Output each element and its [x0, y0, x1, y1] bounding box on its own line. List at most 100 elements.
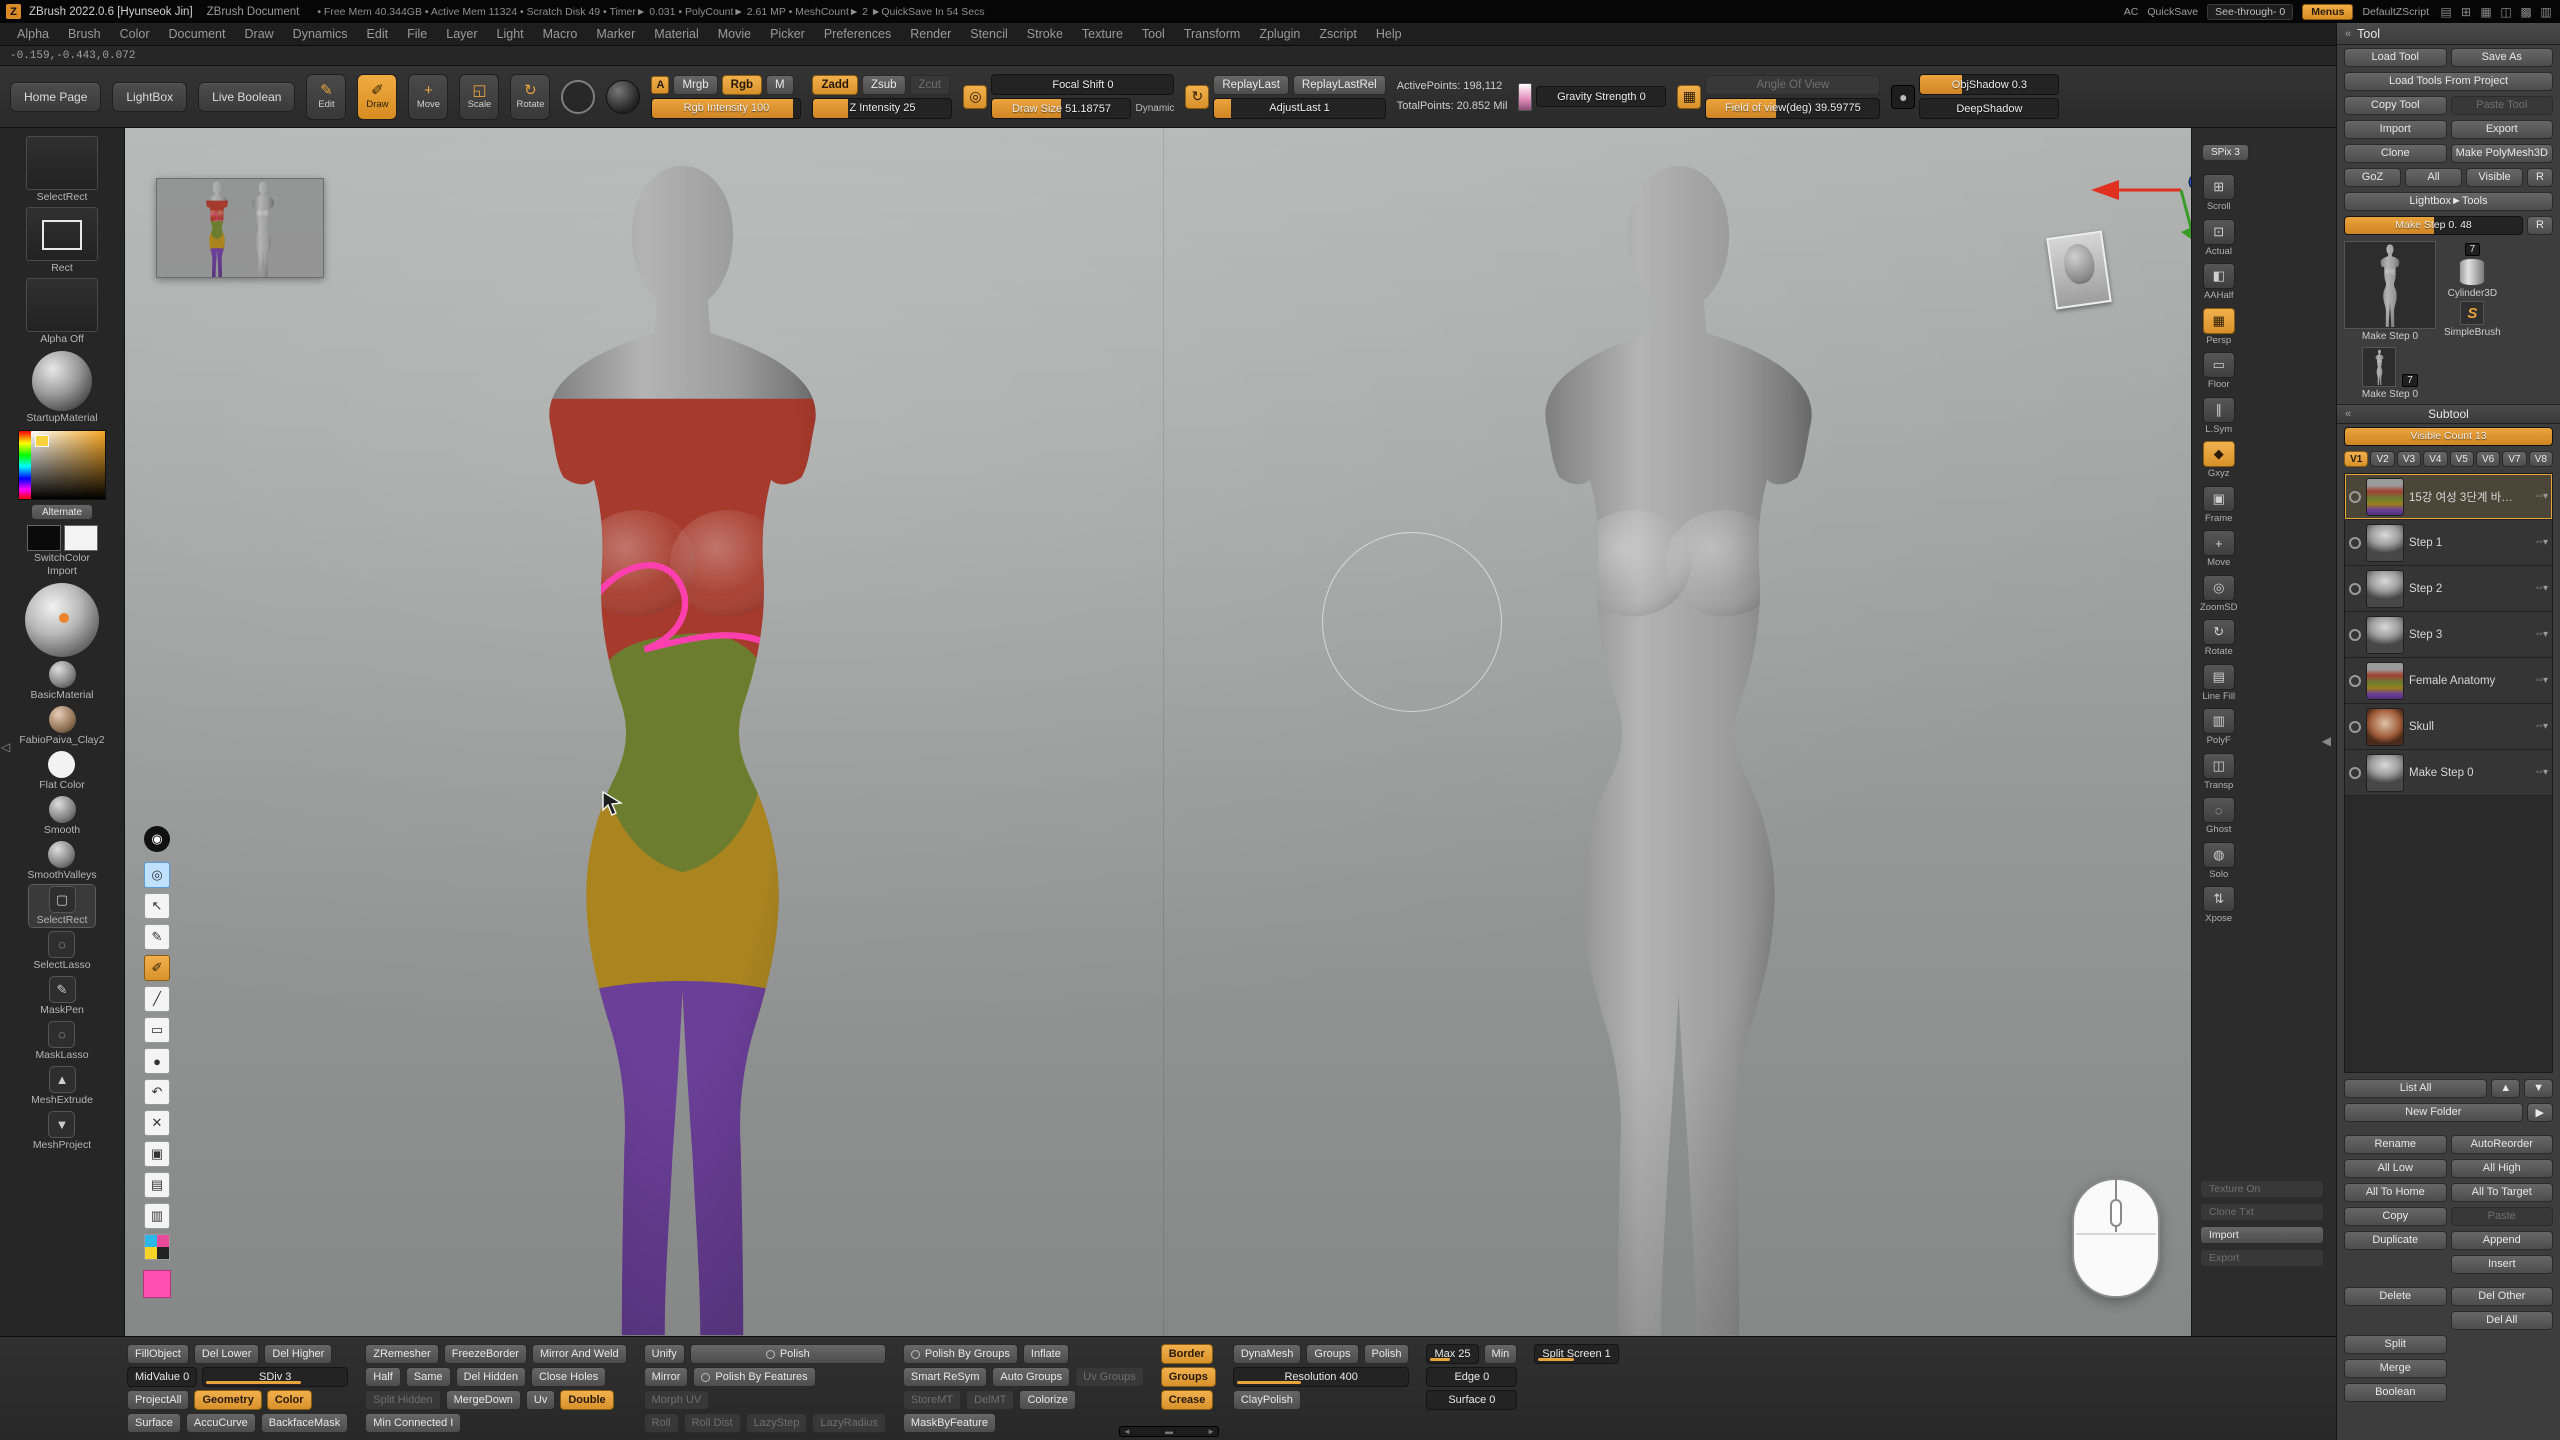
hue-strip[interactable] [19, 431, 31, 499]
titlebar-icon[interactable]: ◫ [2498, 5, 2514, 19]
panel-button[interactable]: Min [1484, 1344, 1518, 1364]
annotate-icon[interactable]: ▤ [144, 1172, 170, 1198]
panel-button[interactable]: Crease [1161, 1390, 1214, 1410]
subtool-button[interactable]: ▼ [2524, 1079, 2553, 1098]
shelf-icon[interactable]: ⊞ [2203, 174, 2235, 200]
tool-button[interactable]: Save As [2451, 48, 2554, 67]
titlebar-icon[interactable]: ▤ [2438, 5, 2454, 19]
tool-button[interactable]: Lightbox►Tools [2344, 192, 2553, 211]
menu-item[interactable]: Material [645, 25, 707, 43]
pin-icon[interactable]: ◉ [144, 826, 170, 852]
panel-button[interactable]: Close Holes [531, 1367, 606, 1387]
quick-pick-item[interactable]: ▼ MeshProject [25, 1110, 99, 1152]
quick-pick-item[interactable]: ▲ MeshExtrude [23, 1065, 101, 1107]
panel-button[interactable]: Auto Groups [992, 1367, 1070, 1387]
panel-button[interactable]: Surface 0 [1426, 1390, 1517, 1410]
quick-pick-item[interactable]: Flat Color [31, 750, 93, 792]
panel-button[interactable]: Surface [127, 1413, 181, 1433]
tool-button[interactable]: Load Tools From Project [2344, 72, 2553, 91]
subtool-header[interactable]: « Subtool [2337, 404, 2560, 424]
gizmo-head-preview[interactable] [2046, 230, 2111, 309]
menu-item[interactable]: Texture [1073, 25, 1132, 43]
subtool-button[interactable]: All To Target [2451, 1183, 2554, 1202]
subtool-item[interactable]: Skull [2345, 704, 2552, 750]
subtool-button[interactable]: All To Home [2344, 1183, 2447, 1202]
visible-count-slider[interactable]: Visible Count 13 [2344, 427, 2553, 446]
shelf-icon[interactable]: ◧ [2203, 263, 2235, 289]
shelf-icon[interactable]: ▭ [2203, 352, 2235, 378]
annotate-icon[interactable]: ✕ [144, 1110, 170, 1136]
obj-shadow-slider[interactable]: ObjShadow 0.3 [1919, 74, 2059, 95]
subtool-button[interactable]: ▶ [2527, 1103, 2553, 1122]
eye-icon[interactable] [2349, 767, 2361, 779]
default-zscript-button[interactable]: DefaultZScript [2362, 6, 2429, 18]
panel-button[interactable]: DelMT [966, 1390, 1014, 1410]
menu-item[interactable]: Picker [761, 25, 814, 43]
view-tab[interactable]: V7 [2502, 451, 2526, 467]
tool-button[interactable]: R [2527, 168, 2553, 187]
panel-button[interactable]: MidValue 0 [127, 1367, 197, 1387]
view-tab[interactable]: V8 [2529, 451, 2553, 467]
subtool-button[interactable]: AutoReorder [2451, 1135, 2554, 1154]
thumbnail-gray[interactable] [246, 180, 280, 277]
menu-item[interactable]: Zscript [1310, 25, 1366, 43]
white-swatch[interactable] [64, 525, 98, 551]
panel-button[interactable]: Roll [644, 1413, 679, 1433]
focal-shift-icon[interactable]: ◎ [963, 85, 987, 109]
see-through-slider[interactable]: See-through- 0 [2207, 4, 2293, 20]
subtool-item[interactable]: Step 3 [2345, 612, 2552, 658]
subtool-button[interactable]: Boolean [2344, 1383, 2447, 1402]
panel-button[interactable]: SDiv 3 [202, 1367, 348, 1387]
a-toggle[interactable]: A [651, 76, 669, 94]
subtool-toggles[interactable] [2524, 721, 2548, 732]
document-thumbnails[interactable] [156, 178, 324, 278]
tool-button[interactable]: Paste Tool [2451, 96, 2554, 115]
subtool-button[interactable]: Rename [2344, 1135, 2447, 1154]
simplebrush-thumbnail[interactable]: S [2460, 301, 2484, 325]
subtool-collapse-icon[interactable]: « [2345, 408, 2351, 420]
zcut-toggle[interactable]: Zcut [910, 75, 950, 95]
shelf-item[interactable]: ◆ Gxyz [2203, 441, 2235, 479]
material-preview-large[interactable] [25, 583, 99, 657]
tool-button[interactable]: Copy Tool [2344, 96, 2447, 115]
shelf-item[interactable]: ▭ Floor [2203, 352, 2235, 390]
zadd-toggle[interactable]: Zadd [812, 75, 857, 95]
eye-icon[interactable] [2349, 537, 2361, 549]
tool-button[interactable]: GoZ [2344, 168, 2401, 187]
make-step-slider[interactable]: Make Step 0. 48 [2344, 216, 2523, 235]
annotate-icon[interactable]: ✐ [144, 955, 170, 981]
panel-button[interactable]: Split Screen 1 [1534, 1344, 1618, 1364]
eye-icon[interactable] [2349, 675, 2361, 687]
menu-item[interactable]: Light [488, 25, 533, 43]
subtool-item[interactable]: Female Anatomy [2345, 658, 2552, 704]
panel-button[interactable]: Roll Dist [684, 1413, 741, 1433]
shelf-icon[interactable]: ◫ [2203, 753, 2235, 779]
zsub-toggle[interactable]: Zsub [862, 75, 906, 95]
shelf-item[interactable]: + Move [2203, 530, 2235, 568]
edit-button[interactable]: ✎ Edit [306, 74, 346, 120]
menu-item[interactable]: Marker [587, 25, 644, 43]
menu-item[interactable]: Tool [1133, 25, 1174, 43]
saturation-value-square[interactable] [31, 431, 105, 499]
quick-pick-item[interactable]: BasicMaterial [22, 660, 101, 702]
eye-icon[interactable] [2349, 629, 2361, 641]
tool-button[interactable]: Clone [2344, 144, 2447, 163]
quick-pick-item[interactable]: Smooth [36, 795, 88, 837]
gravity-strength-slider[interactable]: Gravity Strength 0 [1536, 86, 1666, 107]
panel-button[interactable]: Resolution 400 [1233, 1367, 1410, 1387]
annotate-icon[interactable]: ╱ [144, 986, 170, 1012]
subtool-item[interactable]: Make Step 0 [2345, 750, 2552, 796]
subtool-button[interactable]: Paste [2451, 1207, 2554, 1226]
move-button[interactable]: + Move [408, 74, 448, 120]
sculpt-polypaint-figure[interactable] [480, 145, 885, 1336]
subtool-button[interactable]: Copy [2344, 1207, 2447, 1226]
left-tray-collapse-arrow[interactable]: ◁ [1, 740, 10, 754]
panel-button[interactable]: Groups [1306, 1344, 1358, 1364]
menu-item[interactable]: Preferences [815, 25, 900, 43]
eye-icon[interactable] [2349, 491, 2361, 503]
panel-button[interactable]: Inflate [1023, 1344, 1069, 1364]
annotate-icon[interactable]: ↖ [144, 893, 170, 919]
subtool-item[interactable]: 15강 여성 3단계 바디 각상 - [B] [2345, 474, 2552, 520]
replay-icon[interactable]: ↻ [1185, 85, 1209, 109]
subtool-button[interactable]: New Folder [2344, 1103, 2523, 1122]
